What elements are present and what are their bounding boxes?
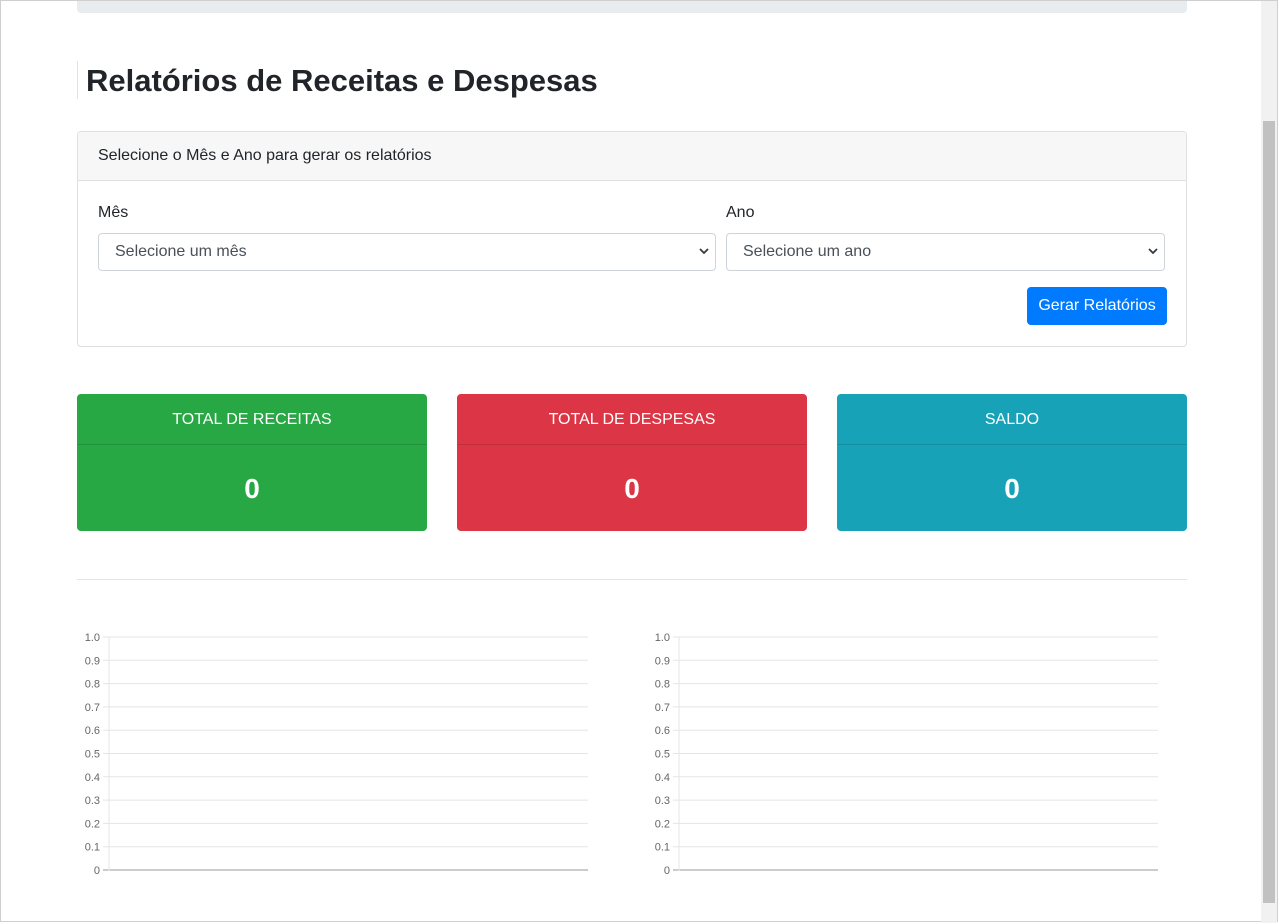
page-scrollbar-thumb[interactable] [1263,121,1275,903]
y-tick-label: 0.8 [655,679,670,691]
income-chart: 0 0.1 0.2 0.3 0.4 0.5 0.6 0.7 0.8 0.9 1.0 [85,632,588,877]
y-tick-label: 0.5 [85,749,100,761]
total-income-label: TOTAL DE RECEITAS [78,395,426,445]
total-expenses-value: 0 [624,473,640,504]
y-tick-label: 0.6 [85,725,100,737]
y-tick-label: 0.5 [655,749,670,761]
month-select-value: Selecione um mês [115,243,247,260]
total-expenses-label: TOTAL DE DESPESAS [458,395,806,445]
y-tick-label: 0.4 [85,772,100,784]
balance-value: 0 [1004,473,1020,504]
y-tick-label: 0 [94,865,100,877]
generate-reports-button[interactable]: Gerar Relatórios [1027,287,1167,325]
y-tick-label: 0.1 [85,842,100,854]
y-tick-label: 0.8 [85,679,100,691]
total-income-value: 0 [244,473,260,504]
year-select[interactable]: Selecione um ano [726,233,1165,271]
year-label: Ano [726,204,755,221]
y-tick-label: 0.1 [655,842,670,854]
y-tick-label: 0.6 [655,725,670,737]
y-tick-label: 0.3 [655,795,670,807]
total-expenses-card: TOTAL DE DESPESAS 0 [457,394,807,531]
y-tick-label: 1.0 [655,632,670,644]
expenses-chart: 0 0.1 0.2 0.3 0.4 0.5 0.6 0.7 0.8 0.9 1.0 [655,632,1158,877]
y-tick-label: 0.3 [85,795,100,807]
report-filter-card: Selecione o Mês e Ano para gerar os rela… [77,131,1187,347]
chevron-down-icon [1148,248,1158,255]
y-tick-label: 0 [664,865,670,877]
page-title: Relatórios de Receitas e Despesas [86,63,598,98]
y-tick-label: 1.0 [85,632,100,644]
total-income-card: TOTAL DE RECEITAS 0 [77,394,427,531]
chevron-down-icon [699,248,709,255]
report-filter-card-header: Selecione o Mês e Ano para gerar os rela… [78,132,1186,181]
page-title-container: Relatórios de Receitas e Despesas [77,61,598,99]
y-tick-label: 0.2 [655,818,670,830]
section-divider [77,579,1187,580]
y-tick-label: 0.9 [655,655,670,667]
balance-card: SALDO 0 [837,394,1187,531]
month-label: Mês [98,204,129,221]
y-tick-label: 0.2 [85,818,100,830]
year-select-value: Selecione um ano [743,243,872,260]
page-scrollbar[interactable] [1261,1,1277,923]
month-select[interactable]: Selecione um mês [98,233,716,271]
y-tick-label: 0.9 [85,655,100,667]
y-tick-label: 0.7 [655,702,670,714]
y-tick-label: 0.7 [85,702,100,714]
y-tick-label: 0.4 [655,772,670,784]
balance-label: SALDO [838,395,1186,445]
top-navbar-remnant [77,1,1187,13]
